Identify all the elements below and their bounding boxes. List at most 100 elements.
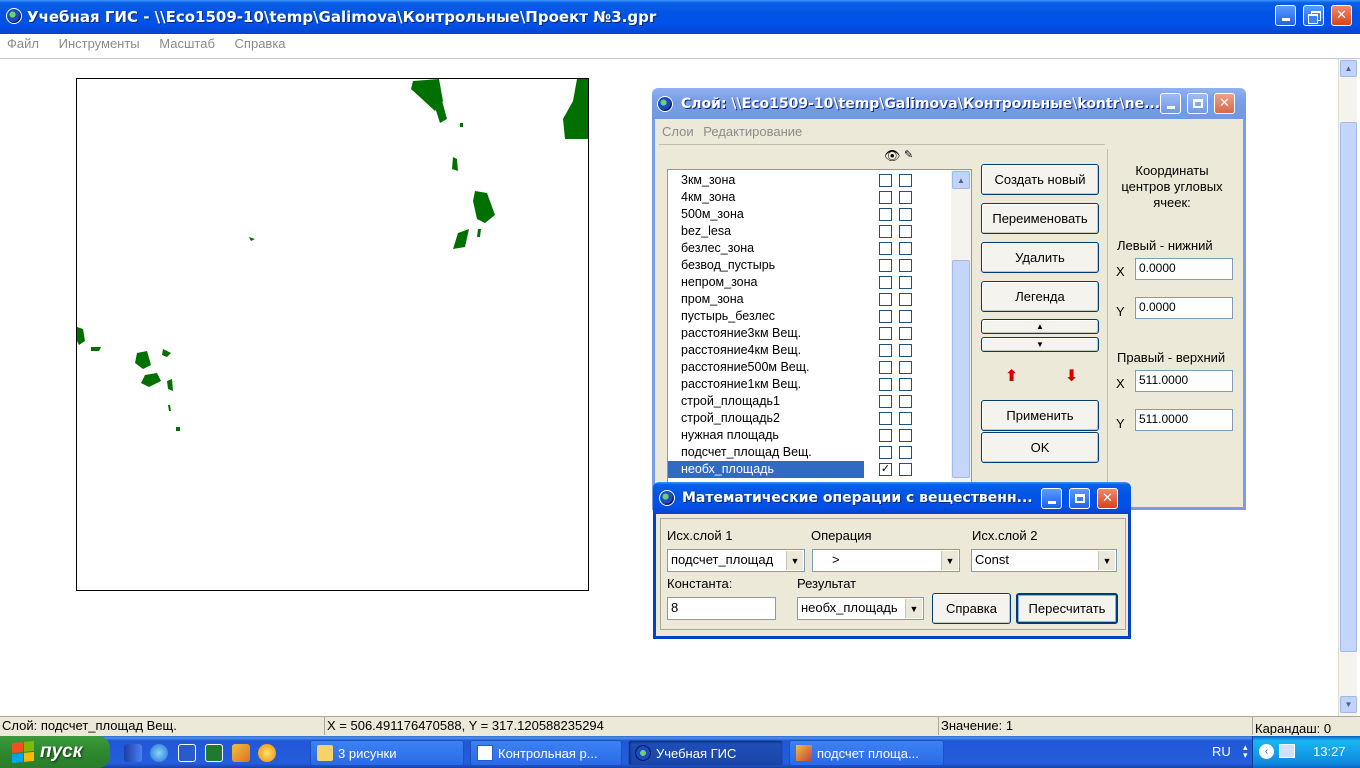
scroll-up-button[interactable]: ▲ — [1340, 60, 1357, 77]
layer-edit-checkbox[interactable] — [899, 242, 912, 255]
layer-row[interactable]: расстояние1км Вещ. — [668, 376, 864, 393]
layer-row[interactable]: подсчет_площад Вещ. — [668, 444, 864, 461]
apply-button[interactable]: Применить — [981, 400, 1099, 431]
layer-visible-checkbox[interactable] — [879, 446, 892, 459]
task-word-doc[interactable]: Контрольная р... — [470, 740, 622, 766]
op-combo[interactable]: > ▼ — [812, 549, 960, 572]
layer-edit-checkbox[interactable] — [899, 259, 912, 272]
src1-combo[interactable]: подсчет_площад ▼ — [667, 549, 805, 572]
layer-row[interactable]: 4км_зона — [668, 189, 864, 206]
chevron-down-icon[interactable]: ▼ — [905, 599, 922, 618]
layer-edit-checkbox[interactable] — [899, 327, 912, 340]
ur-x-field[interactable]: 511.0000 — [1135, 370, 1233, 392]
layer-row[interactable]: нужная площадь — [668, 427, 864, 444]
math-close-button[interactable]: ✕ — [1097, 488, 1118, 509]
layer-edit-checkbox[interactable] — [899, 446, 912, 459]
layer-row[interactable]: расстояние3км Вещ. — [668, 325, 864, 342]
quicklaunch-ie-icon[interactable] — [150, 744, 168, 762]
chevron-down-icon[interactable]: ▼ — [786, 551, 803, 570]
layer-row[interactable]: безлес_зона — [668, 240, 864, 257]
layer-edit-checkbox[interactable] — [899, 310, 912, 323]
restore-button[interactable] — [1303, 5, 1324, 26]
create-layer-button[interactable]: Создать новый — [981, 164, 1099, 195]
layer-visible-checkbox[interactable] — [879, 395, 892, 408]
map-canvas[interactable] — [76, 78, 589, 591]
task-folder[interactable]: 3 рисунки — [310, 740, 464, 766]
layer-visible-checkbox[interactable] — [879, 242, 892, 255]
ok-button[interactable]: OK — [981, 432, 1099, 463]
ur-y-field[interactable]: 511.0000 — [1135, 409, 1233, 431]
layer-row[interactable]: строй_площадь1 — [668, 393, 864, 410]
quicklaunch-books-icon[interactable] — [124, 744, 142, 762]
network-icon[interactable] — [1279, 744, 1295, 758]
layer-visible-checkbox[interactable] — [879, 378, 892, 391]
rename-layer-button[interactable]: Переименовать — [981, 203, 1099, 234]
math-maximize-button[interactable] — [1069, 488, 1090, 509]
menu-tools[interactable]: Инструменты — [59, 36, 140, 51]
menu-scale[interactable]: Масштаб — [159, 36, 215, 51]
layer-list[interactable]: 3км_зона 4км_зона 500м_зона bez_lesa безлес_… — [667, 169, 972, 509]
layer-visible-checkbox[interactable] — [879, 259, 892, 272]
main-vertical-scrollbar[interactable]: ▲ ▼ — [1338, 59, 1357, 716]
chevron-down-icon[interactable]: ▼ — [941, 551, 958, 570]
layer-edit-checkbox[interactable] — [899, 412, 912, 425]
layer-edit-checkbox[interactable] — [899, 276, 912, 289]
minimize-button[interactable] — [1275, 5, 1296, 26]
move-up-button[interactable]: ▲ — [981, 319, 1099, 334]
layer-edit-checkbox[interactable] — [899, 361, 912, 374]
layer-edit-checkbox[interactable] — [899, 463, 912, 476]
layer-row[interactable]: bez_lesa — [668, 223, 864, 240]
lang-options-icon[interactable]: ▴ ▾ — [1243, 743, 1248, 760]
quicklaunch-word-icon[interactable] — [178, 744, 196, 762]
red-up-arrow-icon[interactable]: ⬆ — [1005, 366, 1018, 386]
layer-visible-checkbox[interactable] — [879, 276, 892, 289]
quicklaunch-media-icon[interactable] — [258, 744, 276, 762]
layer-row[interactable]: 3км_зона — [668, 172, 864, 189]
layer-close-button[interactable]: ✕ — [1214, 93, 1235, 114]
layer-edit-checkbox[interactable] — [899, 174, 912, 187]
layer-visible-checkbox[interactable] — [879, 191, 892, 204]
layer-edit-checkbox[interactable] — [899, 191, 912, 204]
layer-row[interactable]: расстояние4км Вещ. — [668, 342, 864, 359]
layer-edit-checkbox[interactable] — [899, 344, 912, 357]
src2-combo[interactable]: Const ▼ — [971, 549, 1117, 572]
layer-row[interactable]: пром_зона — [668, 291, 864, 308]
layer-menu-edit[interactable]: Редактирование — [703, 124, 802, 139]
math-minimize-button[interactable] — [1041, 488, 1062, 509]
layer-minimize-button[interactable] — [1160, 93, 1181, 114]
quicklaunch-bird-icon[interactable] — [232, 744, 250, 762]
task-paint[interactable]: подсчет площа... — [789, 740, 944, 766]
layer-scroll-thumb[interactable] — [952, 260, 970, 478]
layer-visible-checkbox[interactable] — [879, 293, 892, 306]
layer-edit-checkbox[interactable] — [899, 378, 912, 391]
layer-visible-checkbox[interactable] — [879, 412, 892, 425]
layer-list-scrollbar[interactable]: ▲ — [951, 170, 971, 508]
layer-edit-checkbox[interactable] — [899, 225, 912, 238]
layer-visible-checkbox[interactable] — [879, 208, 892, 221]
menu-file[interactable]: Файл — [7, 36, 39, 51]
language-indicator[interactable]: RU — [1212, 744, 1231, 759]
start-button[interactable]: пуск — [0, 736, 110, 768]
scroll-thumb[interactable] — [1340, 122, 1357, 652]
ll-x-field[interactable]: 0.0000 — [1135, 258, 1233, 280]
recalculate-button[interactable]: Пересчитать — [1016, 593, 1118, 624]
layer-visible-checkbox[interactable] — [879, 327, 892, 340]
layer-menu-layers[interactable]: Слои — [662, 124, 694, 139]
layer-row[interactable]: строй_площадь2 — [668, 410, 864, 427]
layer-scroll-up-button[interactable]: ▲ — [952, 171, 970, 189]
layer-visible-checkbox[interactable] — [879, 225, 892, 238]
layer-edit-checkbox[interactable] — [899, 293, 912, 306]
chevron-down-icon[interactable]: ▼ — [1098, 551, 1115, 570]
clock[interactable]: 13:27 — [1313, 744, 1346, 759]
quicklaunch-excel-icon[interactable] — [205, 744, 223, 762]
layer-row[interactable]: пустырь_безлес — [668, 308, 864, 325]
main-title-bar[interactable]: Учебная ГИС - \\Eco1509-10\temp\Galimova… — [0, 0, 1360, 34]
layer-visible-checkbox[interactable]: ✓ — [879, 463, 892, 476]
tray-expand-icon[interactable]: ‹ — [1259, 744, 1274, 759]
layer-visible-checkbox[interactable] — [879, 361, 892, 374]
legend-button[interactable]: Легенда — [981, 281, 1099, 312]
scroll-down-button[interactable]: ▼ — [1340, 696, 1357, 713]
layer-row[interactable]: непром_зона — [668, 274, 864, 291]
layer-row[interactable]: 500м_зона — [668, 206, 864, 223]
layer-edit-checkbox[interactable] — [899, 429, 912, 442]
